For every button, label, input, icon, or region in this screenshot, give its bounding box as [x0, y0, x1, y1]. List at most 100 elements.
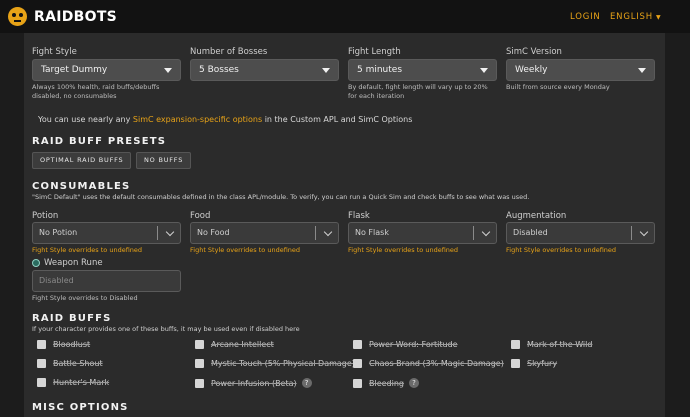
- misc-options-heading: MISC OPTIONS: [32, 402, 129, 413]
- buff-mark-of-the-wild[interactable]: Mark of the Wild: [511, 340, 592, 349]
- weapon-rune-select: Disabled: [32, 270, 181, 292]
- simulation-options-panel: Fight Style Target Dummy Always 100% hea…: [24, 33, 665, 417]
- food-label: Food: [190, 211, 211, 221]
- simc-options-info: You can use nearly any SimC expansion-sp…: [38, 115, 412, 124]
- help-icon[interactable]: ?: [301, 378, 312, 388]
- brand-logo[interactable]: RAIDBOTS: [8, 7, 117, 26]
- flask-select[interactable]: No Flask: [348, 222, 497, 244]
- robot-skull-icon: [8, 7, 27, 26]
- potion-override: Fight Style overrides to undefined: [32, 246, 143, 254]
- weapon-rune-label: Weapon Rune: [44, 258, 103, 268]
- buff-hunters-mark[interactable]: Hunter's Mark: [37, 378, 109, 387]
- chevron-down-icon: [165, 227, 175, 237]
- food-override: Fight Style overrides to undefined: [190, 246, 301, 254]
- consumables-note: "SimC Default" uses the default consumab…: [32, 193, 530, 201]
- flask-label: Flask: [348, 211, 370, 221]
- language-selector[interactable]: ENGLISH ▼: [610, 12, 661, 22]
- buff-arcane-intellect[interactable]: Arcane Intellect: [195, 340, 274, 349]
- weapon-rune-override: Fight Style overrides to Disabled: [32, 294, 138, 302]
- flask-override: Fight Style overrides to undefined: [348, 246, 459, 254]
- augmentation-override: Fight Style overrides to undefined: [506, 246, 617, 254]
- simc-version-value: Weekly: [515, 65, 548, 75]
- checkbox[interactable]: [353, 378, 362, 388]
- checkbox[interactable]: [353, 340, 362, 349]
- weapon-rune-icon: [32, 259, 40, 267]
- checkbox[interactable]: [511, 359, 520, 368]
- buff-label: Arcane Intellect: [211, 340, 274, 349]
- no-buffs-button[interactable]: NO BUFFS: [136, 152, 192, 169]
- checkbox[interactable]: [195, 340, 204, 349]
- augmentation-value: Disabled: [513, 228, 548, 237]
- caret-down-icon: ▼: [655, 14, 662, 21]
- augmentation-label: Augmentation: [506, 211, 567, 221]
- simc-options-link[interactable]: SimC expansion-specific options: [133, 115, 262, 124]
- buff-power-infusion[interactable]: Power Infusion (Beta)?: [195, 378, 312, 388]
- potion-select[interactable]: No Potion: [32, 222, 181, 244]
- num-bosses-label: Number of Bosses: [190, 47, 268, 57]
- simc-version-select[interactable]: Weekly: [506, 59, 655, 81]
- select-separator: [631, 226, 632, 240]
- chevron-down-icon: [323, 227, 333, 237]
- checkbox[interactable]: [37, 340, 46, 349]
- language-label: ENGLISH: [610, 12, 653, 22]
- fight-length-select[interactable]: 5 minutes: [348, 59, 497, 81]
- optimal-raid-buffs-button[interactable]: OPTIMAL RAID BUFFS: [32, 152, 132, 169]
- buff-label: Hunter's Mark: [53, 378, 110, 387]
- buff-skyfury[interactable]: Skyfury: [511, 359, 557, 368]
- buff-label: Bloodlust: [53, 340, 91, 349]
- potion-label: Potion: [32, 211, 59, 221]
- fight-style-select[interactable]: Target Dummy: [32, 59, 181, 81]
- buff-label: Bleeding: [369, 378, 405, 388]
- buff-label: Power Infusion (Beta): [211, 378, 297, 388]
- select-separator: [315, 226, 316, 240]
- fight-length-label: Fight Length: [348, 47, 401, 57]
- checkbox[interactable]: [195, 378, 204, 388]
- consumables-heading: CONSUMABLES: [32, 181, 131, 192]
- food-value: No Food: [197, 228, 230, 237]
- fight-style-help: Always 100% health, raid buffs/debuffs d…: [32, 83, 160, 100]
- weapon-rune-value: Disabled: [39, 276, 74, 285]
- login-link[interactable]: LOGIN: [570, 12, 601, 22]
- select-separator: [473, 226, 474, 240]
- buff-label: Chaos Brand (3% Magic Damage): [369, 359, 504, 368]
- buff-bloodlust[interactable]: Bloodlust: [37, 340, 90, 349]
- weapon-rune-label-row: Weapon Rune: [32, 258, 103, 268]
- buff-label: Battle Shout: [53, 359, 103, 368]
- checkbox[interactable]: [195, 359, 204, 368]
- checkbox[interactable]: [511, 340, 520, 349]
- info-text-start: You can use nearly any: [38, 115, 133, 124]
- potion-value: No Potion: [39, 228, 78, 237]
- food-select[interactable]: No Food: [190, 222, 339, 244]
- num-bosses-value: 5 Bosses: [199, 65, 239, 75]
- help-icon[interactable]: ?: [409, 378, 420, 388]
- triangle-down-icon: [638, 68, 646, 73]
- fight-style-label: Fight Style: [32, 47, 77, 57]
- top-bar: RAIDBOTS LOGIN ENGLISH ▼: [0, 0, 690, 33]
- buff-chaos-brand[interactable]: Chaos Brand (3% Magic Damage): [353, 359, 504, 368]
- checkbox[interactable]: [37, 378, 46, 387]
- augmentation-select[interactable]: Disabled: [506, 222, 655, 244]
- simc-version-help: Built from source every Monday: [506, 83, 610, 91]
- info-text-end: in the Custom APL and SimC Options: [262, 115, 413, 124]
- chevron-down-icon: [481, 227, 491, 237]
- raid-buffs-note: If your character provides one of these …: [32, 325, 300, 333]
- triangle-down-icon: [480, 68, 488, 73]
- buff-label: Mystic Touch (5% Physical Damage): [211, 359, 355, 368]
- fight-length-help: By default, fight length will vary up to…: [348, 83, 488, 100]
- chevron-down-icon: [639, 227, 649, 237]
- buff-power-word-fortitude[interactable]: Power Word: Fortitude: [353, 340, 458, 349]
- buff-mystic-touch[interactable]: Mystic Touch (5% Physical Damage): [195, 359, 355, 368]
- num-bosses-select[interactable]: 5 Bosses: [190, 59, 339, 81]
- select-separator: [157, 226, 158, 240]
- raid-buff-presets-heading: RAID BUFF PRESETS: [32, 136, 167, 147]
- raid-buffs-heading: RAID BUFFS: [32, 313, 112, 324]
- checkbox[interactable]: [353, 359, 362, 368]
- fight-length-value: 5 minutes: [357, 65, 403, 75]
- checkbox[interactable]: [37, 359, 46, 368]
- buff-bleeding[interactable]: Bleeding?: [353, 378, 420, 388]
- fight-style-value: Target Dummy: [41, 65, 108, 75]
- flask-value: No Flask: [355, 228, 389, 237]
- buff-label: Power Word: Fortitude: [369, 340, 458, 349]
- simc-version-label: SimC Version: [506, 47, 562, 57]
- buff-battle-shout[interactable]: Battle Shout: [37, 359, 103, 368]
